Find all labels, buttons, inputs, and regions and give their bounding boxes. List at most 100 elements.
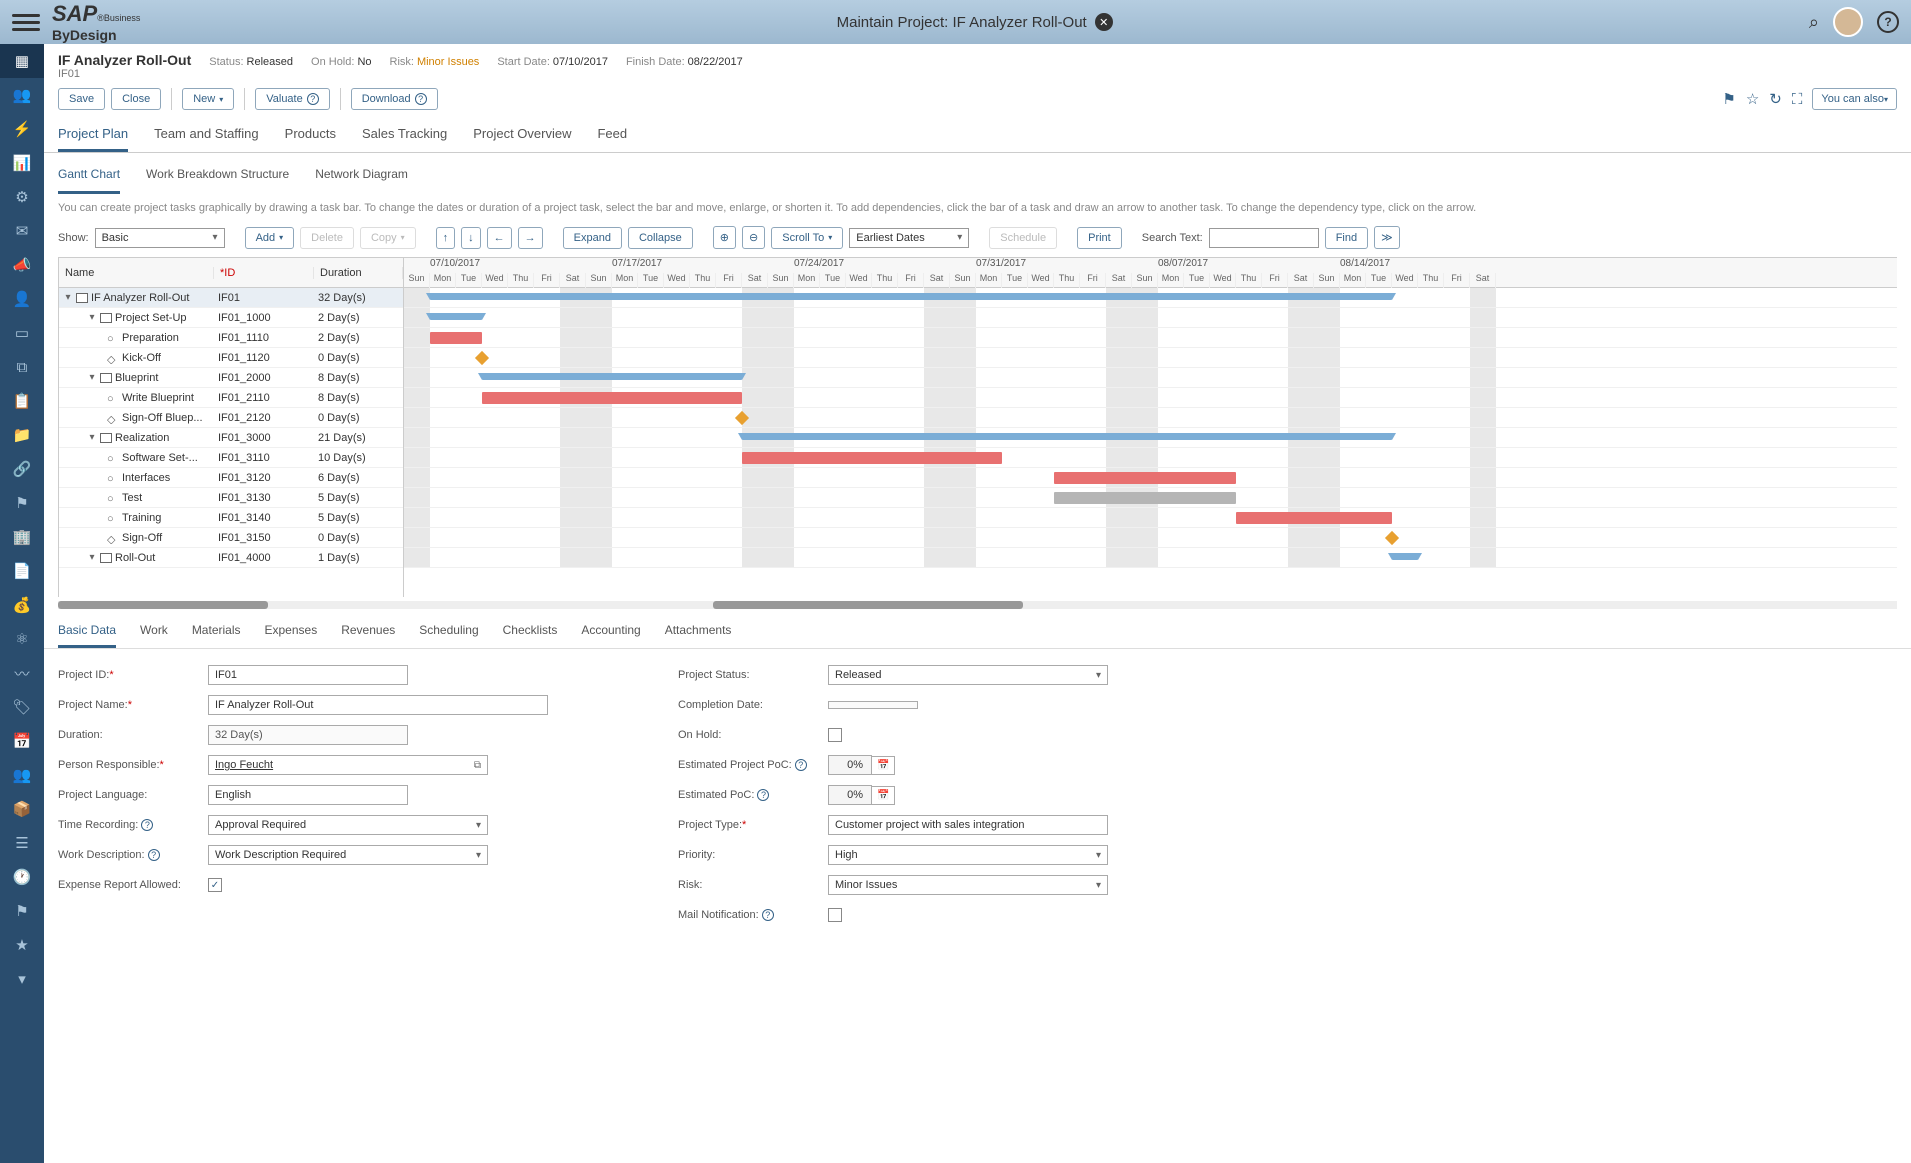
rail-megaphone-icon[interactable]: 📣 — [0, 248, 44, 282]
expand-icon[interactable]: ⛶ — [1792, 91, 1803, 108]
show-select[interactable]: Basic▾ — [95, 228, 225, 248]
gantt-bar[interactable] — [1392, 553, 1418, 560]
main-tab[interactable]: Feed — [597, 118, 627, 152]
gantt-bar[interactable] — [742, 433, 1392, 440]
task-row[interactable]: ▾BlueprintIF01_20008 Day(s) — [59, 368, 403, 388]
main-tab[interactable]: Project Overview — [473, 118, 571, 152]
task-row[interactable]: TestIF01_31305 Day(s) — [59, 488, 403, 508]
rail-clipboard-icon[interactable]: 📋 — [0, 384, 44, 418]
left-scroll-thumb[interactable] — [58, 601, 268, 609]
right-icon[interactable]: → — [518, 227, 543, 249]
task-row[interactable]: PreparationIF01_11102 Day(s) — [59, 328, 403, 348]
refresh-icon[interactable]: ↻ — [1769, 90, 1782, 108]
find-next-icon[interactable]: ≫ — [1374, 226, 1400, 249]
main-tab[interactable]: Products — [285, 118, 336, 152]
rail-box-icon[interactable]: 📦 — [0, 792, 44, 826]
download-button[interactable]: Download? — [351, 88, 438, 110]
person-field[interactable]: Ingo Feucht⧉ — [208, 755, 488, 775]
project-id-field[interactable]: IF01 — [208, 665, 408, 685]
gantt-bar[interactable] — [430, 332, 482, 344]
task-row[interactable]: Software Set-...IF01_311010 Day(s) — [59, 448, 403, 468]
down-icon[interactable]: ↓ — [461, 227, 481, 249]
rail-down-icon[interactable]: ▾ — [0, 962, 44, 996]
gantt-bar[interactable] — [430, 293, 1392, 300]
rail-pin-icon[interactable]: ⚑ — [0, 894, 44, 928]
gantt-bar[interactable] — [742, 452, 1002, 464]
rail-money-icon[interactable]: 💰 — [0, 588, 44, 622]
close-button[interactable]: Close — [111, 88, 161, 110]
rail-people-icon[interactable]: 👥 — [0, 78, 44, 112]
detail-tab[interactable]: Checklists — [503, 623, 558, 648]
up-icon[interactable]: ↑ — [436, 227, 456, 249]
task-row[interactable]: InterfacesIF01_31206 Day(s) — [59, 468, 403, 488]
task-row[interactable]: ▾Project Set-UpIF01_10002 Day(s) — [59, 308, 403, 328]
priority-field[interactable]: High▾ — [828, 845, 1108, 865]
main-tab[interactable]: Sales Tracking — [362, 118, 447, 152]
find-button[interactable]: Find — [1325, 227, 1368, 249]
project-name-field[interactable]: IF Analyzer Roll-Out — [208, 695, 548, 715]
gantt-timeline[interactable]: 07/10/201707/17/201707/24/201707/31/2017… — [404, 258, 1897, 597]
help-icon[interactable]: ? — [1877, 11, 1899, 33]
rail-person-icon[interactable]: 👤 — [0, 282, 44, 316]
add-button[interactable]: Add▾ — [245, 227, 295, 249]
search-input[interactable] — [1209, 228, 1319, 248]
close-tab-icon[interactable]: ✕ — [1095, 13, 1113, 31]
rail-chart-icon[interactable]: 📊 — [0, 146, 44, 180]
rail-doc-icon[interactable]: 📄 — [0, 554, 44, 588]
rail-share-icon[interactable]: ⚛ — [0, 622, 44, 656]
expand-button[interactable]: Expand — [563, 227, 622, 249]
risk-field[interactable]: Minor Issues▾ — [828, 875, 1108, 895]
language-field[interactable]: English — [208, 785, 408, 805]
main-tab[interactable]: Project Plan — [58, 118, 128, 152]
task-row[interactable]: Sign-Off Bluep...IF01_21200 Day(s) — [59, 408, 403, 428]
rail-list-icon[interactable]: ☰ — [0, 826, 44, 860]
gantt-bar[interactable] — [482, 373, 742, 380]
rail-mail-icon[interactable]: ✉ — [0, 214, 44, 248]
star-icon[interactable]: ☆ — [1746, 90, 1759, 108]
detail-tab[interactable]: Revenues — [341, 623, 395, 648]
onhold-checkbox[interactable] — [828, 728, 842, 742]
datemode-select[interactable]: Earliest Dates▾ — [849, 228, 969, 248]
collapse-button[interactable]: Collapse — [628, 227, 693, 249]
detail-tab[interactable]: Attachments — [665, 623, 732, 648]
rail-star-icon[interactable]: ★ — [0, 928, 44, 962]
detail-tab[interactable]: Expenses — [265, 623, 318, 648]
task-row[interactable]: ▾IF Analyzer Roll-OutIF0132 Day(s) — [59, 288, 403, 308]
rail-group-icon[interactable]: 👥 — [0, 758, 44, 792]
poc2-date-icon[interactable]: 📅 — [872, 786, 895, 805]
sub-tab[interactable]: Network Diagram — [315, 163, 408, 194]
gantt-bar[interactable] — [1054, 472, 1236, 484]
zoomout-icon[interactable]: ⊖ — [742, 226, 765, 249]
task-row[interactable]: ▾Roll-OutIF01_40001 Day(s) — [59, 548, 403, 568]
detail-tab[interactable]: Scheduling — [419, 623, 478, 648]
new-button[interactable]: New▾ — [182, 88, 234, 110]
save-button[interactable]: Save — [58, 88, 105, 110]
valuate-button[interactable]: Valuate? — [255, 88, 330, 110]
search-icon[interactable]: ⌕ — [1809, 12, 1819, 33]
ptype-field[interactable]: Customer project with sales integration — [828, 815, 1108, 835]
zoomin-icon[interactable]: ⊕ — [713, 226, 736, 249]
you-can-also-button[interactable]: You can also▾ — [1812, 88, 1897, 110]
rail-card-icon[interactable]: ▭ — [0, 316, 44, 350]
detail-tab[interactable]: Basic Data — [58, 623, 116, 648]
rail-calendar-icon[interactable]: 📅 — [0, 724, 44, 758]
sub-tab[interactable]: Gantt Chart — [58, 163, 120, 194]
expense-checkbox[interactable]: ✓ — [208, 878, 222, 892]
print-button[interactable]: Print — [1077, 227, 1122, 249]
timerec-field[interactable]: Approval Required▾ — [208, 815, 488, 835]
rail-wave-icon[interactable]: 〰 — [0, 656, 44, 690]
detail-tab[interactable]: Work — [140, 623, 168, 648]
rail-flag-icon[interactable]: ⚑ — [0, 486, 44, 520]
gantt-bar[interactable] — [1054, 492, 1236, 504]
rail-sales-icon[interactable]: ⚡ — [0, 112, 44, 146]
gantt-bar[interactable] — [482, 392, 742, 404]
rail-config-icon[interactable]: ⚙ — [0, 180, 44, 214]
rail-clock-icon[interactable]: 🕐 — [0, 860, 44, 894]
rail-copy-icon[interactable]: ⧉ — [0, 350, 44, 384]
detail-tab[interactable]: Materials — [192, 623, 241, 648]
task-row[interactable]: TrainingIF01_31405 Day(s) — [59, 508, 403, 528]
rail-tag-icon[interactable]: 🏷 — [0, 690, 44, 724]
rail-link-icon[interactable]: 🔗 — [0, 452, 44, 486]
mail-checkbox[interactable] — [828, 908, 842, 922]
poc1-date-icon[interactable]: 📅 — [872, 756, 895, 775]
